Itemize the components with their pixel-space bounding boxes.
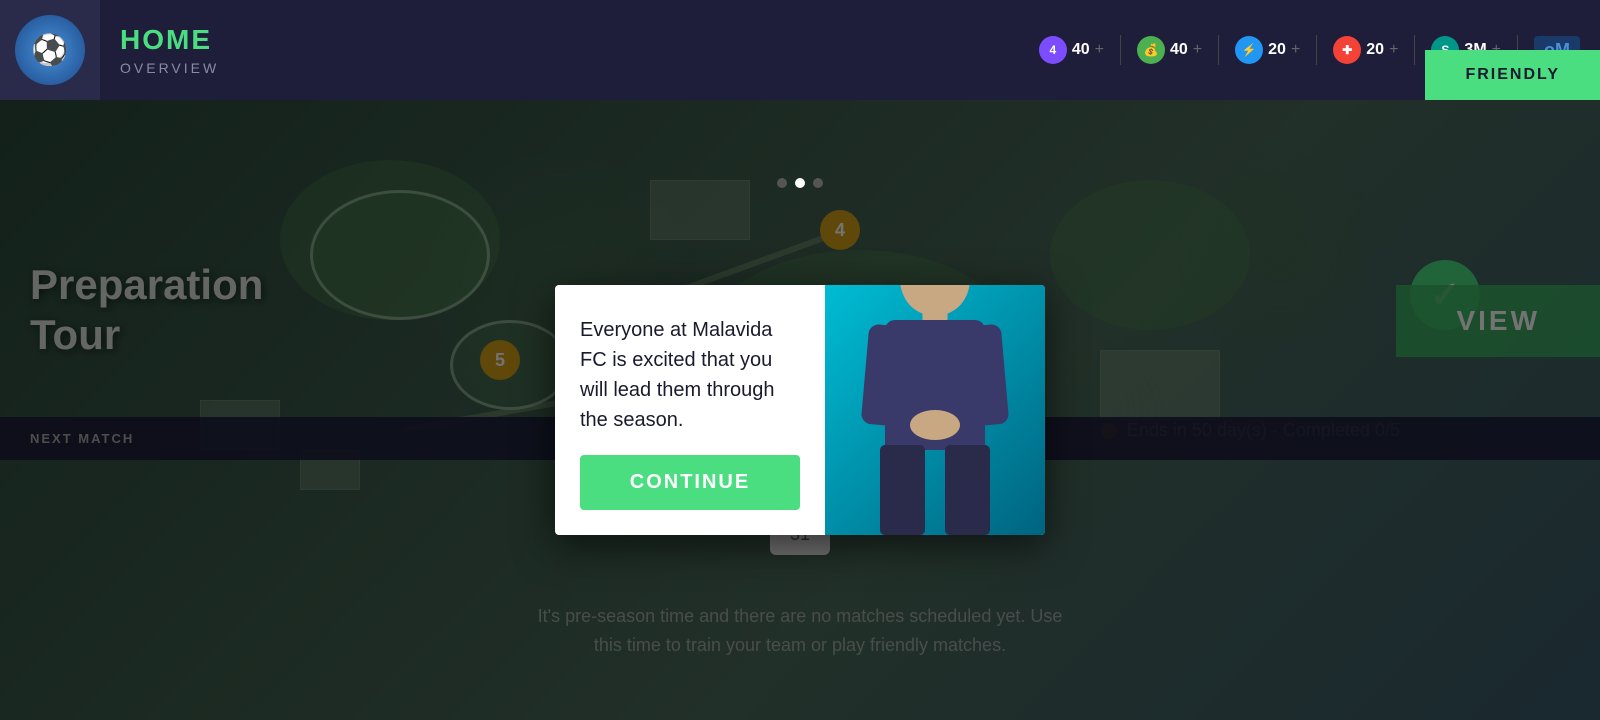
stat-group-2: 💰 40 + xyxy=(1129,36,1210,64)
modal-message: Everyone at Malavida FC is excited that … xyxy=(580,315,800,435)
manager-leg-right xyxy=(945,445,990,535)
stat-value-3: 20 xyxy=(1268,41,1286,59)
stat-plus-1: + xyxy=(1095,41,1104,59)
stat-value-4: 20 xyxy=(1366,41,1384,59)
stat-group-4: ✚ 20 + xyxy=(1325,36,1406,64)
friendly-button[interactable]: FRIENDLY xyxy=(1425,50,1600,100)
stat-divider-4 xyxy=(1414,35,1415,65)
modal-right-panel xyxy=(825,285,1045,535)
coin-icon: 💰 xyxy=(1137,36,1165,64)
cross-icon: ✚ xyxy=(1333,36,1361,64)
page-title: HOME xyxy=(120,24,219,56)
manager-figure xyxy=(855,285,1015,535)
stat-value-2: 40 xyxy=(1170,41,1188,59)
stat-divider-2 xyxy=(1218,35,1219,65)
stat-plus-3: + xyxy=(1291,41,1300,59)
page-subtitle: OVERVIEW xyxy=(120,60,219,76)
stat-group-1: 4 40 + xyxy=(1031,36,1112,64)
modal-dialog: Everyone at Malavida FC is excited that … xyxy=(555,285,1045,535)
modal-left-panel: Everyone at Malavida FC is excited that … xyxy=(555,285,825,535)
stat-divider-3 xyxy=(1316,35,1317,65)
main-content: 4 5 Preparation Tour ✓ VIEW Ends in 50 d… xyxy=(0,100,1600,720)
modal-overlay: Everyone at Malavida FC is excited that … xyxy=(0,100,1600,720)
continue-button[interactable]: CONTINUE xyxy=(580,455,800,510)
club-logo-area xyxy=(0,0,100,100)
manager-hands xyxy=(910,410,960,440)
stat-value-1: 40 xyxy=(1072,41,1090,59)
stat-plus-2: + xyxy=(1193,41,1202,59)
trophy-icon: 4 xyxy=(1039,36,1067,64)
manager-leg-left xyxy=(880,445,925,535)
stat-divider-1 xyxy=(1120,35,1121,65)
club-logo xyxy=(15,15,85,85)
stat-group-3: ⚡ 20 + xyxy=(1227,36,1308,64)
header: HOME OVERVIEW 4 40 + 💰 40 + ⚡ 20 + ✚ 20 xyxy=(0,0,1600,100)
title-area: HOME OVERVIEW xyxy=(100,24,239,76)
lightning-icon: ⚡ xyxy=(1235,36,1263,64)
stat-plus-4: + xyxy=(1389,41,1398,59)
